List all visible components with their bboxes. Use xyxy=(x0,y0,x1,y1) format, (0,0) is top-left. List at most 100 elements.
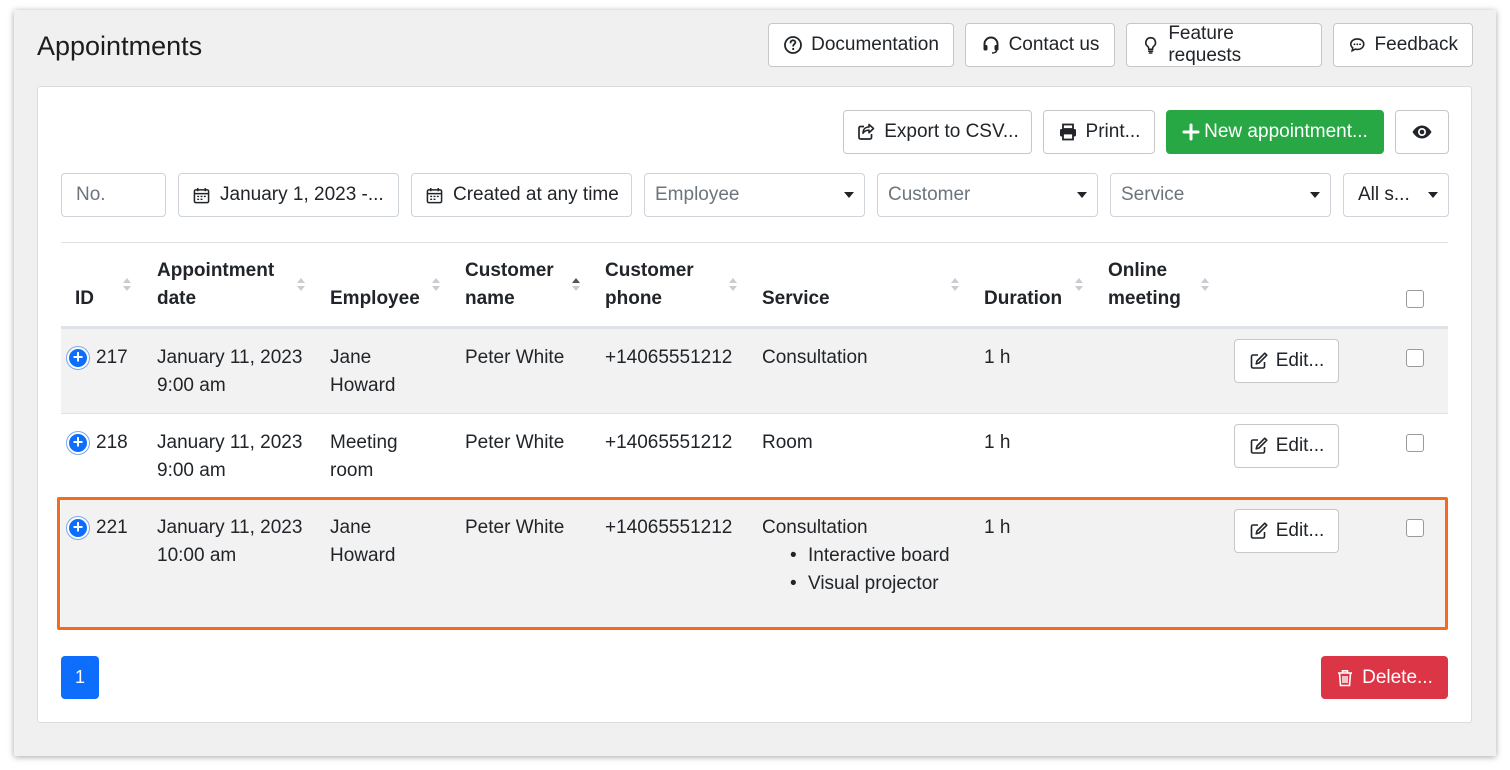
row-employee-line2: Howard xyxy=(330,375,396,396)
column-header-customer-line1[interactable]: Customer xyxy=(465,257,554,285)
status-select-label: All s... xyxy=(1358,184,1410,205)
pencil-square-icon xyxy=(1250,437,1268,454)
column-header-service[interactable]: Service xyxy=(762,285,830,313)
calendar-icon xyxy=(426,187,443,203)
pagination-page-button[interactable]: 1 xyxy=(61,656,99,699)
row-service: Room xyxy=(762,432,813,453)
sort-icon[interactable] xyxy=(729,278,737,292)
sort-icon[interactable] xyxy=(1075,278,1083,292)
edit-label: Edit... xyxy=(1275,435,1325,456)
pencil-square-icon xyxy=(1250,352,1268,369)
chevron-down-icon xyxy=(1077,192,1087,198)
sort-ascending-icon[interactable] xyxy=(572,278,580,292)
contact-us-label: Contact us xyxy=(1008,34,1100,55)
edit-button[interactable]: Edit... xyxy=(1234,424,1339,468)
date-range-filter[interactable]: January 1, 2023 -... xyxy=(178,173,399,217)
created-filter[interactable]: Created at any time xyxy=(411,173,632,217)
row-employee-line1: Jane xyxy=(330,347,372,368)
headset-icon xyxy=(983,36,999,54)
row-checkbox[interactable] xyxy=(1406,434,1424,452)
chat-dots-icon xyxy=(1349,38,1365,53)
column-header-id[interactable]: ID xyxy=(75,285,94,313)
edit-button[interactable]: Edit... xyxy=(1234,509,1339,553)
new-appointment-button[interactable]: New appointment... xyxy=(1166,110,1384,154)
row-time: 9:00 am xyxy=(157,460,226,481)
employee-select-label: Employee xyxy=(655,184,740,205)
row-id: 218 xyxy=(96,432,128,453)
list-item: Interactive board xyxy=(790,542,950,570)
column-header-phone-line2[interactable]: phone xyxy=(605,285,662,313)
print-button[interactable]: Print... xyxy=(1043,110,1155,154)
plus-icon xyxy=(1182,123,1200,141)
row-date: January 11, 2023 xyxy=(157,432,303,453)
row-service: Consultation xyxy=(762,347,868,368)
sort-icon[interactable] xyxy=(297,278,305,292)
date-range-label: January 1, 2023 -... xyxy=(220,184,384,205)
chevron-down-icon xyxy=(1310,192,1320,198)
sort-icon[interactable] xyxy=(1201,278,1209,292)
feature-requests-label: Feature requests xyxy=(1168,23,1242,66)
row-phone: +14065551212 xyxy=(605,432,733,453)
delete-button[interactable]: Delete... xyxy=(1321,656,1448,699)
row-duration: 1 h xyxy=(984,432,1011,453)
page-title: Appointments xyxy=(37,31,203,61)
sort-icon[interactable] xyxy=(951,278,959,292)
row-phone: +14065551212 xyxy=(605,517,733,538)
export-csv-button[interactable]: Export to CSV... xyxy=(843,110,1032,154)
column-header-online-line2[interactable]: meeting xyxy=(1108,285,1181,313)
app-window: Appointments Documentation Contact us Fe… xyxy=(14,10,1496,756)
row-id: 221 xyxy=(96,517,128,538)
column-header-employee[interactable]: Employee xyxy=(330,285,420,313)
feedback-label: Feedback xyxy=(1374,34,1458,55)
service-select[interactable]: Service xyxy=(1110,173,1331,217)
documentation-button[interactable]: Documentation xyxy=(768,23,954,67)
share-export-icon xyxy=(858,123,875,140)
expand-row-icon[interactable]: + xyxy=(67,347,89,369)
edit-button[interactable]: Edit... xyxy=(1234,339,1339,383)
column-header-phone-line1[interactable]: Customer xyxy=(605,257,694,285)
print-label: Print... xyxy=(1085,121,1141,142)
service-select-label: Service xyxy=(1121,184,1185,205)
customer-select[interactable]: Customer xyxy=(877,173,1098,217)
row-time: 10:00 am xyxy=(157,545,237,566)
question-circle-icon xyxy=(784,36,802,54)
column-header-customer-line2[interactable]: name xyxy=(465,285,515,313)
row-duration: 1 h xyxy=(984,347,1011,368)
column-header-date-line1[interactable]: Appointment xyxy=(157,257,274,285)
export-csv-label: Export to CSV... xyxy=(884,121,1019,142)
column-header-date-line2[interactable]: date xyxy=(157,285,196,313)
select-all-checkbox[interactable] xyxy=(1406,290,1424,308)
feature-requests-button[interactable]: Feature requests xyxy=(1126,23,1322,67)
list-item: Visual projector xyxy=(790,570,950,598)
number-filter-placeholder: No. xyxy=(76,184,106,205)
created-filter-label: Created at any time xyxy=(453,184,619,205)
row-checkbox[interactable] xyxy=(1406,349,1424,367)
sort-icon[interactable] xyxy=(432,278,440,292)
contact-us-button[interactable]: Contact us xyxy=(965,23,1115,67)
row-employee-line2: Howard xyxy=(330,545,396,566)
chevron-down-icon xyxy=(1428,192,1438,198)
service-extras-list: Interactive board Visual projector xyxy=(790,542,950,598)
row-id: 217 xyxy=(96,347,128,368)
row-service: Consultation xyxy=(762,517,868,538)
number-filter-input[interactable]: No. xyxy=(61,173,166,217)
expand-row-icon[interactable]: + xyxy=(67,517,89,539)
row-employee-line1: Meeting xyxy=(330,432,398,453)
feedback-button[interactable]: Feedback xyxy=(1333,23,1473,67)
column-header-online-line1[interactable]: Online xyxy=(1108,257,1167,285)
row-time: 9:00 am xyxy=(157,375,226,396)
sort-icon[interactable] xyxy=(123,278,131,292)
trash-icon xyxy=(1338,669,1353,686)
row-checkbox[interactable] xyxy=(1406,519,1424,537)
column-header-duration[interactable]: Duration xyxy=(984,285,1062,313)
chevron-down-icon xyxy=(844,192,854,198)
status-select[interactable]: All s... xyxy=(1343,173,1449,217)
eye-icon xyxy=(1412,125,1432,139)
column-visibility-button[interactable] xyxy=(1395,110,1449,154)
row-duration: 1 h xyxy=(984,517,1011,538)
row-employee-line2: room xyxy=(330,460,374,481)
calendar-icon xyxy=(193,187,210,203)
customer-select-label: Customer xyxy=(888,184,971,205)
employee-select[interactable]: Employee xyxy=(644,173,865,217)
expand-row-icon[interactable]: + xyxy=(67,432,89,454)
